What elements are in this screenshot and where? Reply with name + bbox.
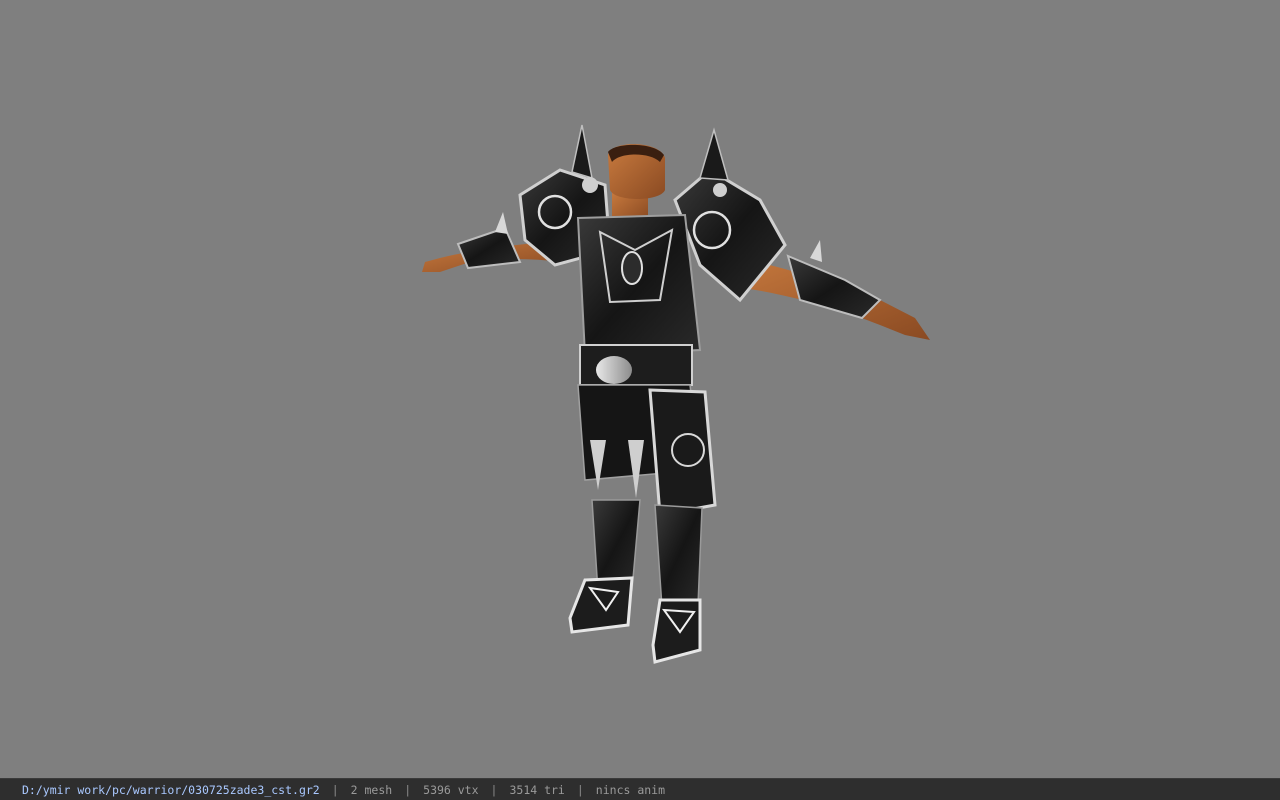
status-separator: | [331, 782, 339, 797]
status-bar: D:/ymir work/pc/warrior/030725zade3_cst.… [0, 778, 1280, 800]
animation-status-text: nincs anim [595, 782, 666, 797]
3d-viewport[interactable] [0, 0, 1280, 778]
status-separator: | [576, 782, 584, 797]
mesh-count-text: 2 mesh [350, 782, 393, 797]
warrior-model-render [422, 124, 930, 664]
status-separator: | [404, 782, 412, 797]
file-path-text: D:/ymir work/pc/warrior/030725zade3_cst.… [22, 782, 320, 797]
triangle-count-text: 3514 tri [509, 782, 565, 797]
status-separator: | [490, 782, 498, 797]
vertex-count-text: 5396 vtx [423, 782, 479, 797]
